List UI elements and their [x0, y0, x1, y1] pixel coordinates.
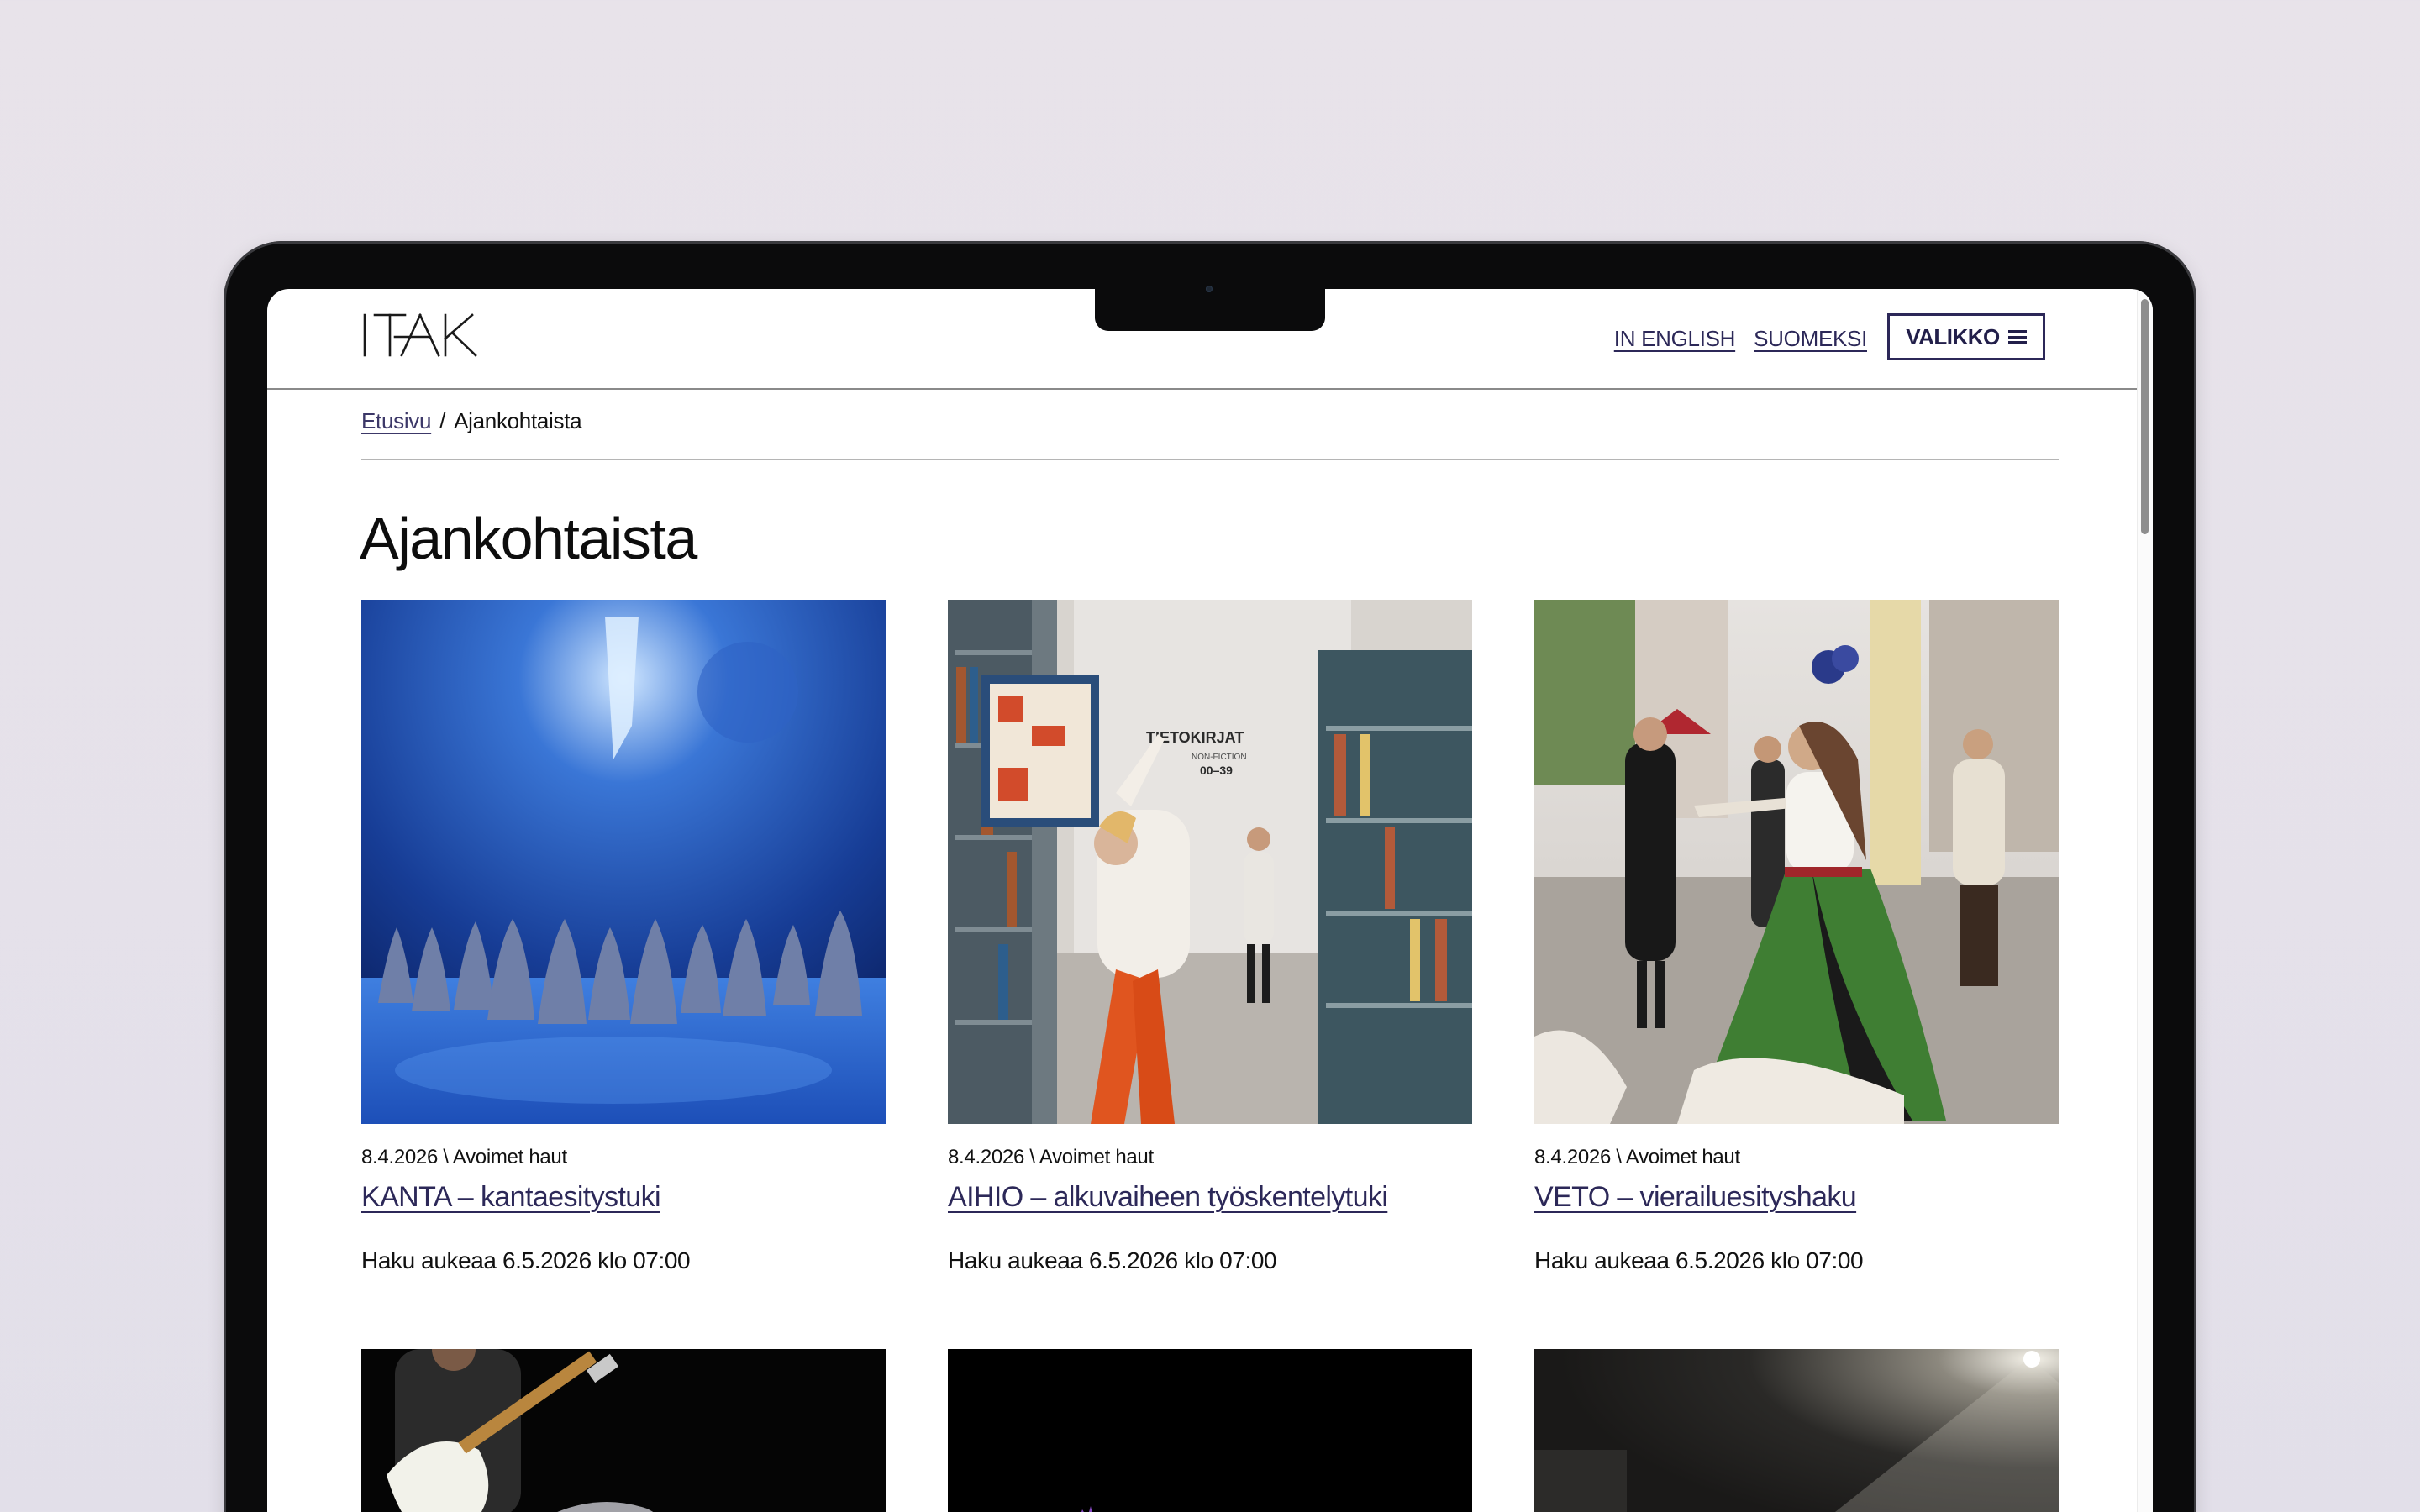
article-title-link[interactable]: VETO – vierailuesityshaku: [1534, 1181, 1857, 1214]
article-card: [1534, 1349, 2059, 1512]
vertical-scrollbar[interactable]: [2137, 289, 2153, 1512]
library-sign-subtext: NON-FICTION: [1192, 753, 1247, 762]
article-card: TIETOKIRJAT NON-FICTION 00–39 8.4.2026 \…: [948, 600, 1472, 1274]
article-image-guitar[interactable]: [361, 1349, 886, 1512]
article-title-link[interactable]: KANTA – kantaesitystuki: [361, 1181, 661, 1214]
camera-icon: [1206, 286, 1213, 292]
article-image-dark-stage[interactable]: [948, 1349, 1472, 1512]
article-card: 8.4.2026 \ Avoimet haut KANTA – kantaesi…: [361, 600, 886, 1274]
menu-label: VALIKKO: [1906, 323, 2000, 349]
language-switcher: IN ENGLISH SUOMEKSI: [1614, 326, 1868, 352]
english-link[interactable]: IN ENGLISH: [1614, 326, 1736, 352]
article-meta: 8.4.2026 \ Avoimet haut: [1534, 1146, 1740, 1168]
scrollbar-thumb[interactable]: [2141, 299, 2149, 534]
breadcrumb-current: Ajankohtaista: [454, 408, 582, 433]
article-image-street[interactable]: [1534, 600, 2059, 1124]
article-meta: 8.4.2026 \ Avoimet haut: [361, 1146, 567, 1168]
breadcrumb-home-link[interactable]: Etusivu: [361, 408, 431, 434]
article-description: Haku aukeaa 6.5.2026 klo 07:00: [948, 1247, 1277, 1273]
article-card: [948, 1349, 1472, 1512]
article-image-library[interactable]: TIETOKIRJAT NON-FICTION 00–39: [948, 600, 1472, 1124]
library-sign-range: 00–39: [1200, 764, 1233, 777]
article-card: 8.4.2026 \ Avoimet haut VETO – vierailue…: [1534, 600, 2059, 1274]
breadcrumb: Etusivu / Ajankohtaista: [361, 408, 582, 434]
browser-viewport: IN ENGLISH SUOMEKSI VALIKKO Etusivu / Aj…: [267, 289, 2153, 1512]
finnish-link[interactable]: SUOMEKSI: [1754, 326, 1867, 352]
article-description: Haku aukeaa 6.5.2026 klo 07:00: [361, 1247, 691, 1273]
breadcrumb-divider: [361, 459, 2059, 460]
article-description: Haku aukeaa 6.5.2026 klo 07:00: [1534, 1247, 1864, 1273]
article-meta: 8.4.2026 \ Avoimet haut: [948, 1146, 1154, 1168]
itak-logo[interactable]: [361, 312, 479, 359]
article-title-link[interactable]: AIHIO – alkuvaiheen työskentelytuki: [948, 1181, 1388, 1214]
article-image-spotlight[interactable]: [1534, 1349, 2059, 1512]
menu-button[interactable]: VALIKKO: [1887, 313, 2045, 360]
article-card: [361, 1349, 886, 1512]
hamburger-icon: [2007, 330, 2027, 344]
camera-notch: [1095, 286, 1325, 331]
article-image-blue-stage[interactable]: [361, 600, 886, 1124]
breadcrumb-separator: /: [439, 408, 446, 433]
page-title: Ajankohtaista: [360, 506, 697, 571]
